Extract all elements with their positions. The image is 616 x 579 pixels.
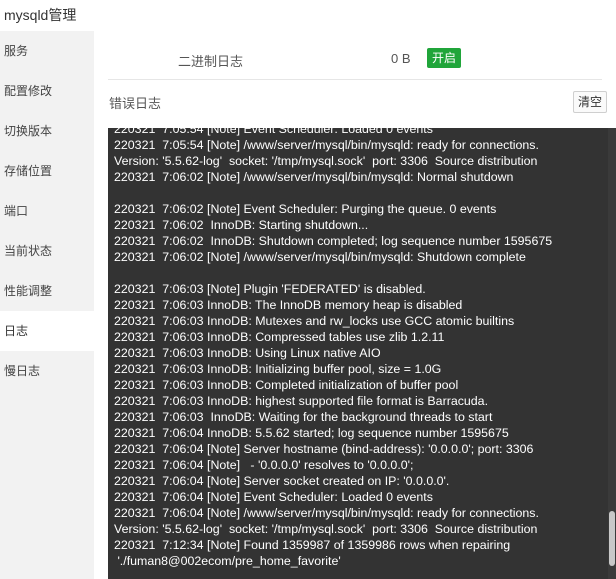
sidebar-item-performance[interactable]: 性能调整 — [0, 271, 94, 311]
log-line: 220321 7:06:04 [Note] /www/server/mysql/… — [114, 506, 539, 520]
log-line: 220321 7:12:34 [Note] Found 1359987 of 1… — [114, 538, 511, 552]
log-line: 220321 7:06:02 [Note] /www/server/mysql/… — [114, 170, 514, 184]
log-line: Version: '5.5.62-log' socket: '/tmp/mysq… — [114, 154, 538, 168]
log-line: 220321 7:05:54 [Note] /www/server/mysql/… — [114, 138, 539, 152]
title-bar: mysqld管理 — [0, 0, 616, 31]
window-title: mysqld管理 — [4, 7, 77, 23]
sidebar-item-status[interactable]: 当前状态 — [0, 231, 94, 271]
binlog-size: 0 B — [391, 51, 411, 66]
log-line: 220321 7:06:03 InnoDB: Completed initial… — [114, 378, 459, 392]
log-line: 220321 7:06:04 [Note] Server socket crea… — [114, 474, 450, 488]
log-line: 220321 7:06:03 InnoDB: The InnoDB memory… — [114, 298, 463, 312]
log-scrollbar-thumb[interactable] — [609, 511, 615, 566]
sidebar-item-slow-logs[interactable]: 慢日志 — [0, 351, 94, 391]
log-line: 220321 7:06:02 InnoDB: Starting shutdown… — [114, 218, 369, 232]
log-content: 220321 7:05:54 [Note] Event Scheduler: L… — [114, 128, 604, 569]
log-line: 220321 7:06:04 [Note] Server hostname (b… — [114, 442, 534, 456]
error-log-label: 错误日志 — [109, 96, 162, 111]
log-line: 220321 7:06:03 [Note] Plugin 'FEDERATED'… — [114, 282, 426, 296]
binlog-row: 二进制日志 0 B 开启 — [108, 31, 602, 80]
binlog-label: 二进制日志 — [178, 54, 244, 69]
log-line: 220321 7:06:02 InnoDB: Shutdown complete… — [114, 234, 553, 248]
enable-binlog-button[interactable]: 开启 — [427, 48, 462, 68]
log-line: 220321 7:05:54 [Note] Event Scheduler: L… — [114, 128, 433, 136]
log-line: 220321 7:06:04 [Note] Event Scheduler: L… — [114, 490, 433, 504]
log-line: 220321 7:06:02 [Note] Event Scheduler: P… — [114, 202, 497, 216]
log-line: 220321 7:06:03 InnoDB: Mutexes and rw_lo… — [114, 314, 515, 328]
log-line: 220321 7:06:03 InnoDB: Initializing buff… — [114, 362, 442, 376]
log-line: './fuman8@002ecom/pre_home_favorite' — [114, 554, 341, 568]
log-line: 220321 7:06:02 [Note] /www/server/mysql/… — [114, 250, 526, 264]
log-line: Version: '5.5.62-log' socket: '/tmp/mysq… — [114, 522, 538, 536]
clear-log-button[interactable]: 清空 — [573, 91, 608, 113]
sidebar-item-version[interactable]: 切换版本 — [0, 111, 94, 151]
log-scrollbar[interactable] — [608, 128, 616, 579]
sidebar-item-config[interactable]: 配置修改 — [0, 71, 94, 111]
sidebar-item-service[interactable]: 服务 — [0, 31, 94, 71]
log-line: 220321 7:06:03 InnoDB: Using Linux nativ… — [114, 346, 381, 360]
log-line: 220321 7:06:03 InnoDB: Compressed tables… — [114, 330, 445, 344]
sidebar-item-storage[interactable]: 存储位置 — [0, 151, 94, 191]
sidebar-item-logs[interactable]: 日志 — [0, 311, 94, 351]
sidebar: 服务 配置修改 切换版本 存储位置 端口 当前状态 性能调整 日志 慢日志 — [0, 31, 94, 579]
sidebar-item-port[interactable]: 端口 — [0, 191, 94, 231]
log-line: 220321 7:06:03 InnoDB: Waiting for the b… — [114, 410, 493, 424]
log-line: 220321 7:06:04 InnoDB: 5.5.62 started; l… — [114, 426, 509, 440]
main-panel: 二进制日志 0 B 开启 错误日志 清空 220321 7:05:54 [Not… — [94, 31, 616, 579]
error-log-viewer[interactable]: 220321 7:05:54 [Note] Event Scheduler: L… — [108, 128, 616, 579]
log-line: 220321 7:06:03 InnoDB: highest supported… — [114, 394, 489, 408]
log-line: 220321 7:06:04 [Note] - '0.0.0.0' resolv… — [114, 458, 414, 472]
